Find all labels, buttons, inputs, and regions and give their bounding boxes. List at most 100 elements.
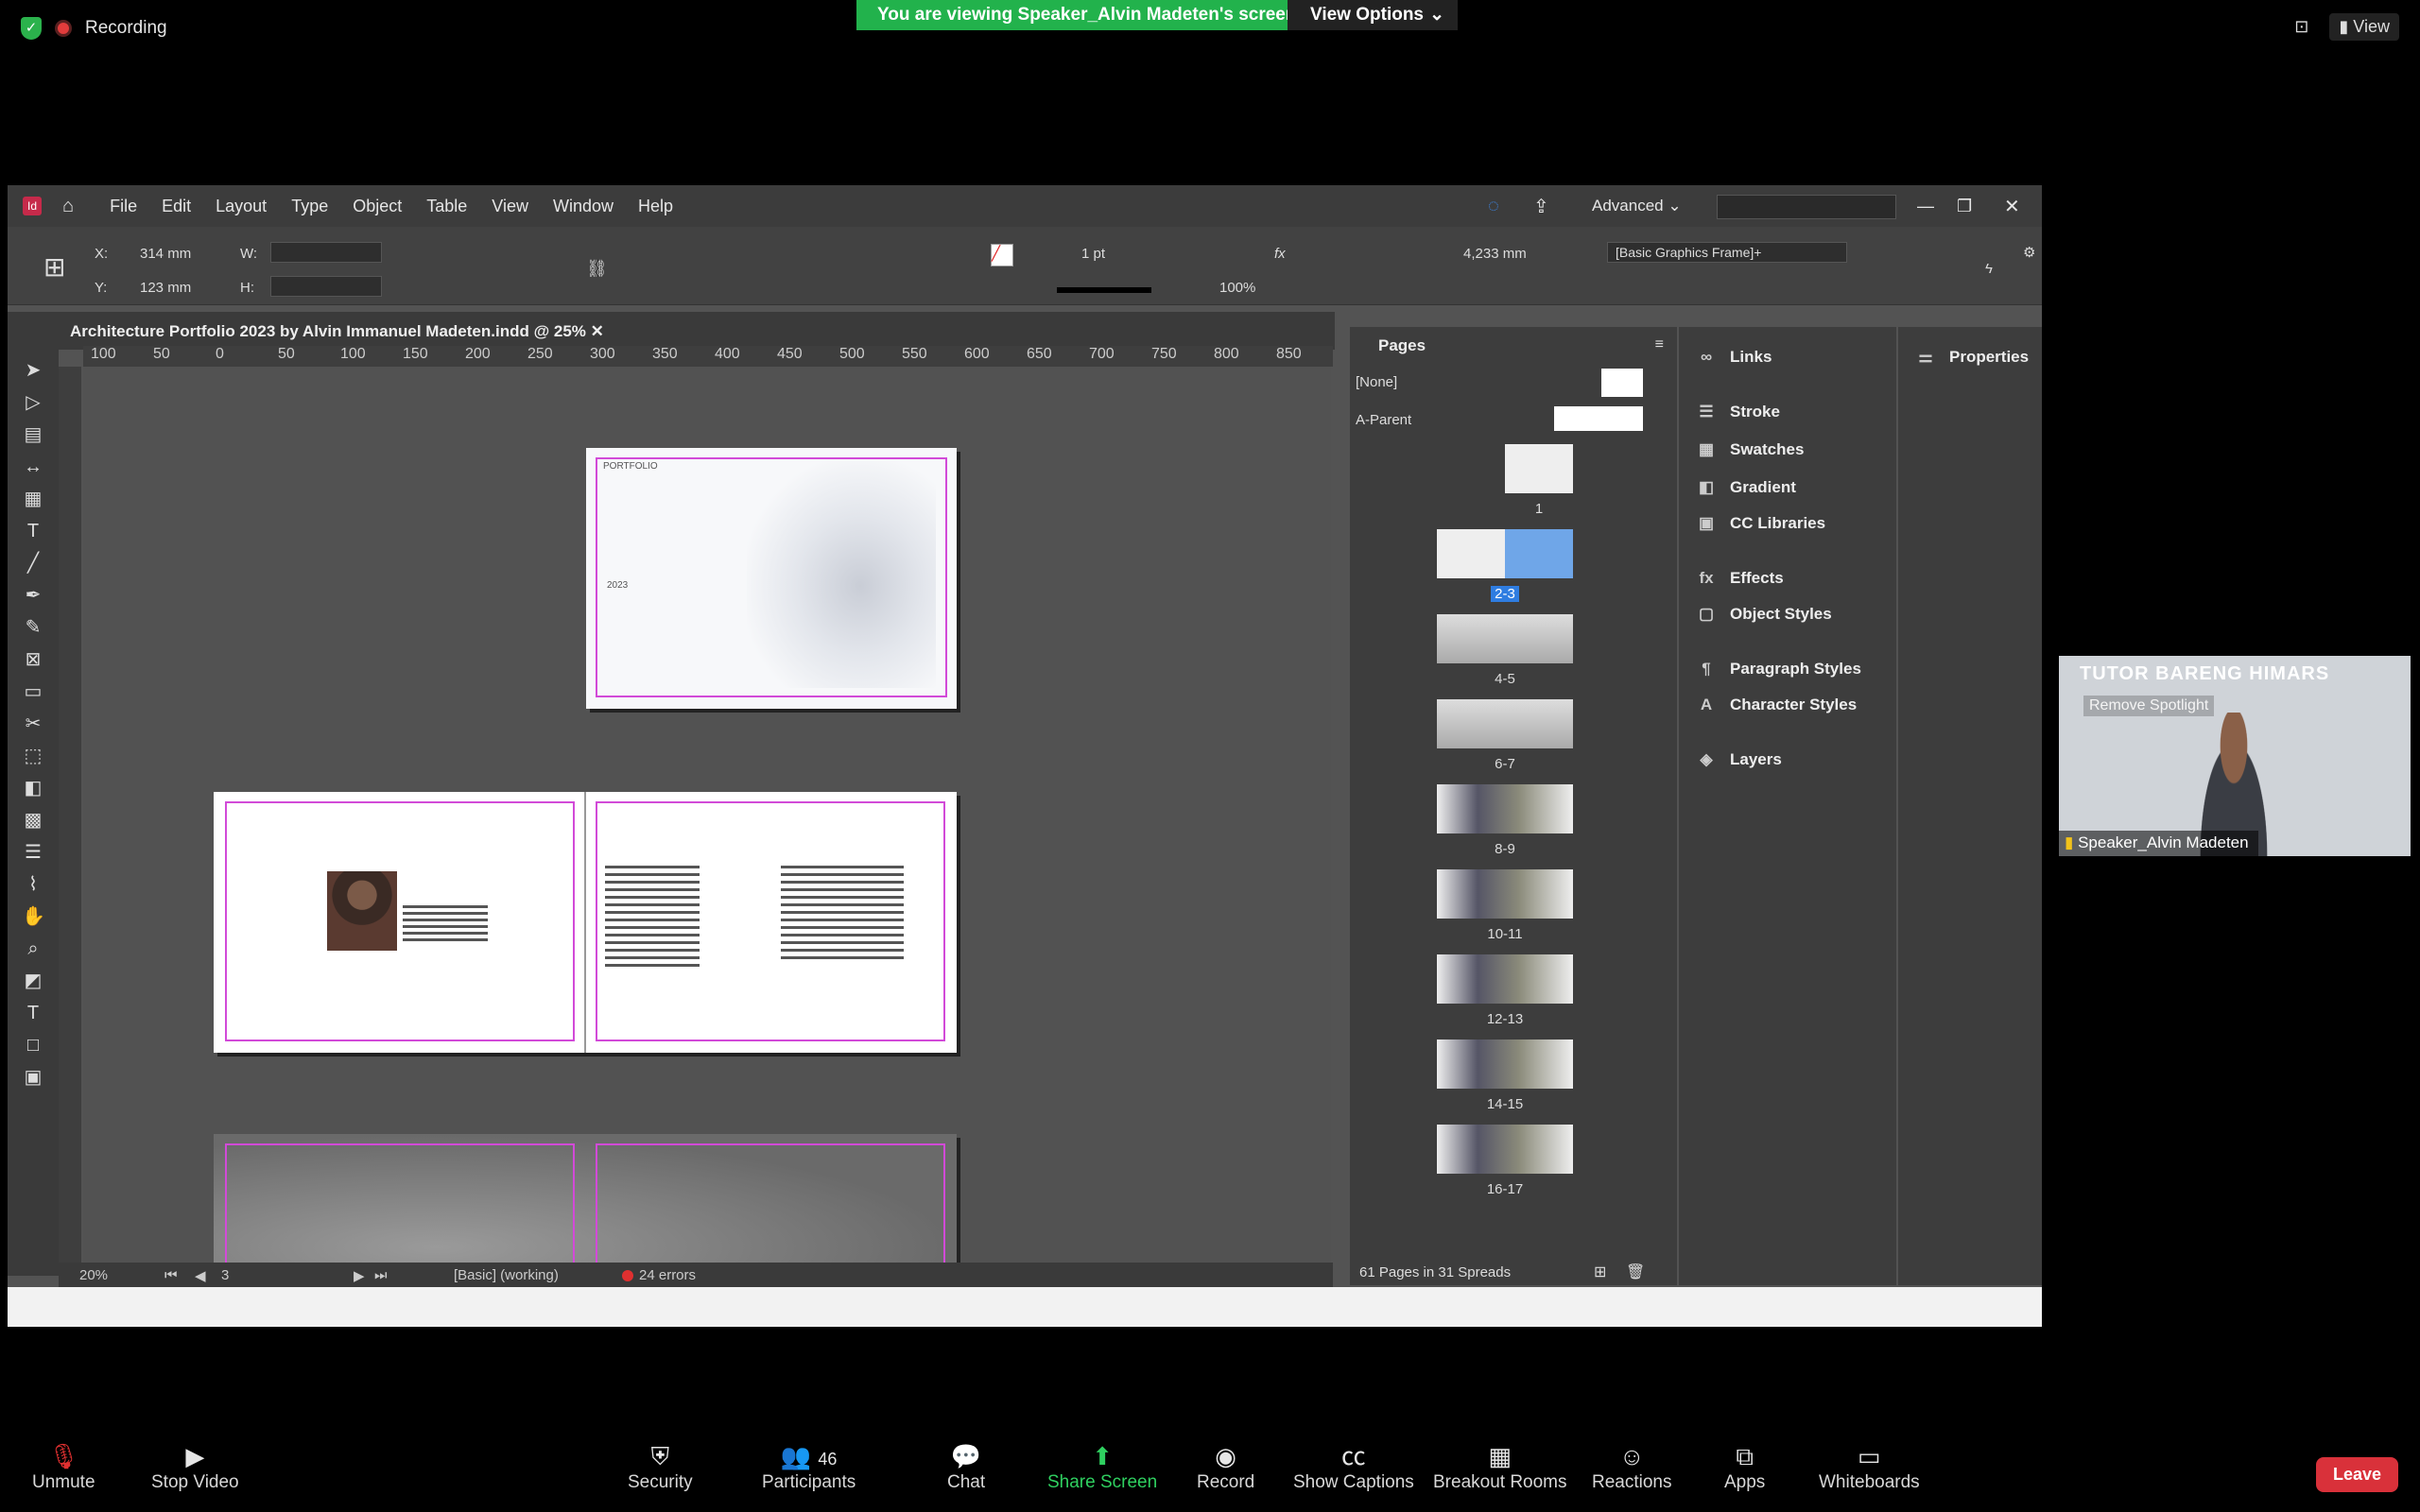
document-canvas[interactable]: PORTFOLIO 2023 — [83, 367, 1331, 1264]
previous-page-icon[interactable]: ◀ — [195, 1267, 206, 1284]
none-parent-label[interactable]: [None] — [1356, 374, 1397, 390]
share-screen-button[interactable]: ⬆ Share Screen — [1047, 1440, 1157, 1493]
content-collector-icon[interactable]: ▦ — [22, 488, 44, 510]
leave-button[interactable]: Leave — [2316, 1457, 2399, 1492]
stroke-panel-tab[interactable]: ☰ Stroke — [1696, 403, 1780, 421]
gap-tool-icon[interactable]: ↔ — [22, 455, 44, 478]
restore-icon[interactable]: ❐ — [1957, 197, 1972, 216]
spread-thumbnail[interactable] — [1437, 614, 1573, 663]
spread-thumbnail[interactable] — [1437, 869, 1573, 919]
selection-tool-icon[interactable]: ➤ — [22, 359, 44, 382]
spread-thumbnail[interactable] — [1437, 529, 1573, 578]
page-number-field[interactable]: 3 — [221, 1267, 229, 1283]
type-tool-icon[interactable]: T — [22, 520, 44, 542]
direct-selection-tool-icon[interactable]: ▷ — [22, 391, 44, 414]
note-tool-icon[interactable]: ☰ — [22, 841, 44, 864]
preflight-profile[interactable]: [Basic] (working) — [454, 1267, 559, 1283]
effects-panel-tab[interactable]: fx Effects — [1696, 569, 1783, 588]
close-tab-icon[interactable]: ✕ — [591, 322, 604, 340]
reference-point-icon[interactable]: ⊞ — [43, 251, 65, 283]
zoom-level-field[interactable]: 20% — [79, 1267, 108, 1283]
gear-icon[interactable]: ⚙ — [2023, 244, 2035, 261]
object-styles-panel-tab[interactable]: ▢ Object Styles — [1696, 605, 1832, 624]
menu-file[interactable]: File — [110, 197, 137, 216]
menu-window[interactable]: Window — [553, 197, 614, 216]
y-field[interactable]: 123 mm — [140, 280, 191, 296]
close-icon[interactable]: ✕ — [2004, 195, 2020, 218]
view-button[interactable]: ▮ View — [2329, 13, 2399, 41]
object-style-dropdown[interactable]: [Basic Graphics Frame]+ — [1607, 242, 1847, 263]
document-tab[interactable]: Architecture Portfolio 2023 by Alvin Imm… — [70, 316, 604, 348]
cc-libraries-panel-tab[interactable]: ▣ CC Libraries — [1696, 514, 1825, 533]
scissors-tool-icon[interactable]: ✂ — [22, 713, 44, 735]
gap-field[interactable]: 4,233 mm — [1463, 246, 1527, 262]
panel-menu-icon[interactable]: ≡ — [1655, 336, 1664, 353]
page-tool-icon[interactable]: ▤ — [22, 423, 44, 446]
spread-thumbnail[interactable] — [1437, 699, 1573, 748]
captions-button[interactable]: ㏄ Show Captions — [1293, 1440, 1414, 1493]
none-parent-thumb[interactable] — [1601, 369, 1643, 397]
fill-stroke-swatch-icon[interactable]: ◩ — [22, 970, 44, 992]
participants-button[interactable]: 👥 46 Participants — [762, 1440, 856, 1493]
record-button[interactable]: ◉ Record — [1197, 1440, 1254, 1493]
breakout-rooms-button[interactable]: ▦ Breakout Rooms — [1433, 1440, 1567, 1493]
unmute-button[interactable]: 🎙 Unmute — [32, 1440, 95, 1493]
home-icon[interactable]: ⌂ — [62, 196, 74, 217]
a-parent-label[interactable]: A-Parent — [1356, 412, 1411, 428]
links-panel-tab[interactable]: ∞ Links — [1696, 348, 1772, 367]
line-tool-icon[interactable]: ╱ — [22, 552, 44, 575]
cover-page[interactable]: PORTFOLIO 2023 — [586, 448, 957, 709]
screen-mode-icon[interactable]: ▣ — [22, 1066, 44, 1089]
rectangle-frame-tool-icon[interactable]: ⊠ — [22, 648, 44, 671]
constrain-proportions-icon[interactable]: ⛓ — [586, 259, 608, 279]
menu-help[interactable]: Help — [638, 197, 673, 216]
spread-4-5[interactable] — [214, 1134, 957, 1264]
menu-table[interactable]: Table — [426, 197, 467, 216]
whiteboards-button[interactable]: ▭ Whiteboards — [1819, 1440, 1920, 1493]
stroke-none-swatch[interactable]: ╱ — [991, 244, 1013, 266]
a-parent-thumb[interactable] — [1554, 406, 1643, 431]
remove-spotlight-button[interactable]: Remove Spotlight — [2083, 696, 2215, 716]
pencil-tool-icon[interactable]: ✎ — [22, 616, 44, 639]
spread-thumbnail[interactable] — [1437, 954, 1573, 1004]
free-transform-tool-icon[interactable]: ⬚ — [22, 745, 44, 767]
spread-thumbnail[interactable] — [1437, 1125, 1573, 1174]
stroke-type-dropdown[interactable] — [1057, 287, 1151, 293]
normal-mode-icon[interactable]: □ — [22, 1034, 44, 1057]
x-field[interactable]: 314 mm — [140, 246, 191, 262]
spread-thumbnail[interactable] — [1505, 444, 1573, 493]
lock-icon[interactable]: ⊡ — [2294, 17, 2308, 37]
rectangle-tool-icon[interactable]: ▭ — [22, 680, 44, 703]
delete-page-icon[interactable]: 🗑 — [1626, 1263, 1645, 1281]
h-field[interactable] — [270, 276, 382, 297]
menu-object[interactable]: Object — [353, 197, 402, 216]
eyedropper-tool-icon[interactable]: ⌇ — [22, 873, 44, 896]
search-input[interactable] — [1717, 195, 1896, 219]
spotlight-video[interactable]: TUTOR BARENG HIMARS Remove Spotlight ▮ S… — [2059, 656, 2411, 856]
opacity-field[interactable]: 100% — [1219, 280, 1255, 296]
formatting-icon[interactable]: T — [22, 1002, 44, 1024]
gradient-tool-icon[interactable]: ◧ — [22, 777, 44, 799]
lightning-icon[interactable]: ϟ — [1985, 261, 1993, 277]
spread-2-3[interactable] — [214, 792, 957, 1053]
character-styles-panel-tab[interactable]: A Character Styles — [1696, 696, 1857, 714]
properties-panel-tab[interactable]: ⚌ Properties — [1915, 348, 2029, 367]
stop-video-button[interactable]: ▶ Stop Video — [151, 1440, 239, 1493]
workspace-switcher[interactable]: Advanced ⌄ — [1592, 197, 1682, 215]
layers-panel-tab[interactable]: ◈ Layers — [1696, 750, 1781, 769]
view-options-button[interactable]: View Options ⌄ — [1288, 0, 1458, 30]
paragraph-styles-panel-tab[interactable]: ¶ Paragraph Styles — [1696, 660, 1861, 679]
new-page-icon[interactable]: ⊞ — [1594, 1263, 1606, 1281]
menu-view[interactable]: View — [492, 197, 528, 216]
apps-button[interactable]: ⧉ Apps — [1724, 1440, 1765, 1493]
zoom-tool-icon[interactable]: ⌕ — [22, 937, 44, 960]
reactions-button[interactable]: ☺ Reactions — [1592, 1440, 1672, 1493]
spread-thumbnail[interactable] — [1437, 784, 1573, 833]
first-page-icon[interactable]: ⏮ — [164, 1267, 178, 1283]
gradient-feather-tool-icon[interactable]: ▩ — [22, 809, 44, 832]
share-icon[interactable]: ⇪ — [1533, 195, 1549, 218]
gradient-panel-tab[interactable]: ◧ Gradient — [1696, 478, 1796, 497]
swatches-panel-tab[interactable]: ▦ Swatches — [1696, 440, 1804, 459]
preflight-errors[interactable]: 24 errors — [639, 1267, 696, 1283]
stroke-weight-field[interactable]: 1 pt — [1081, 246, 1105, 262]
